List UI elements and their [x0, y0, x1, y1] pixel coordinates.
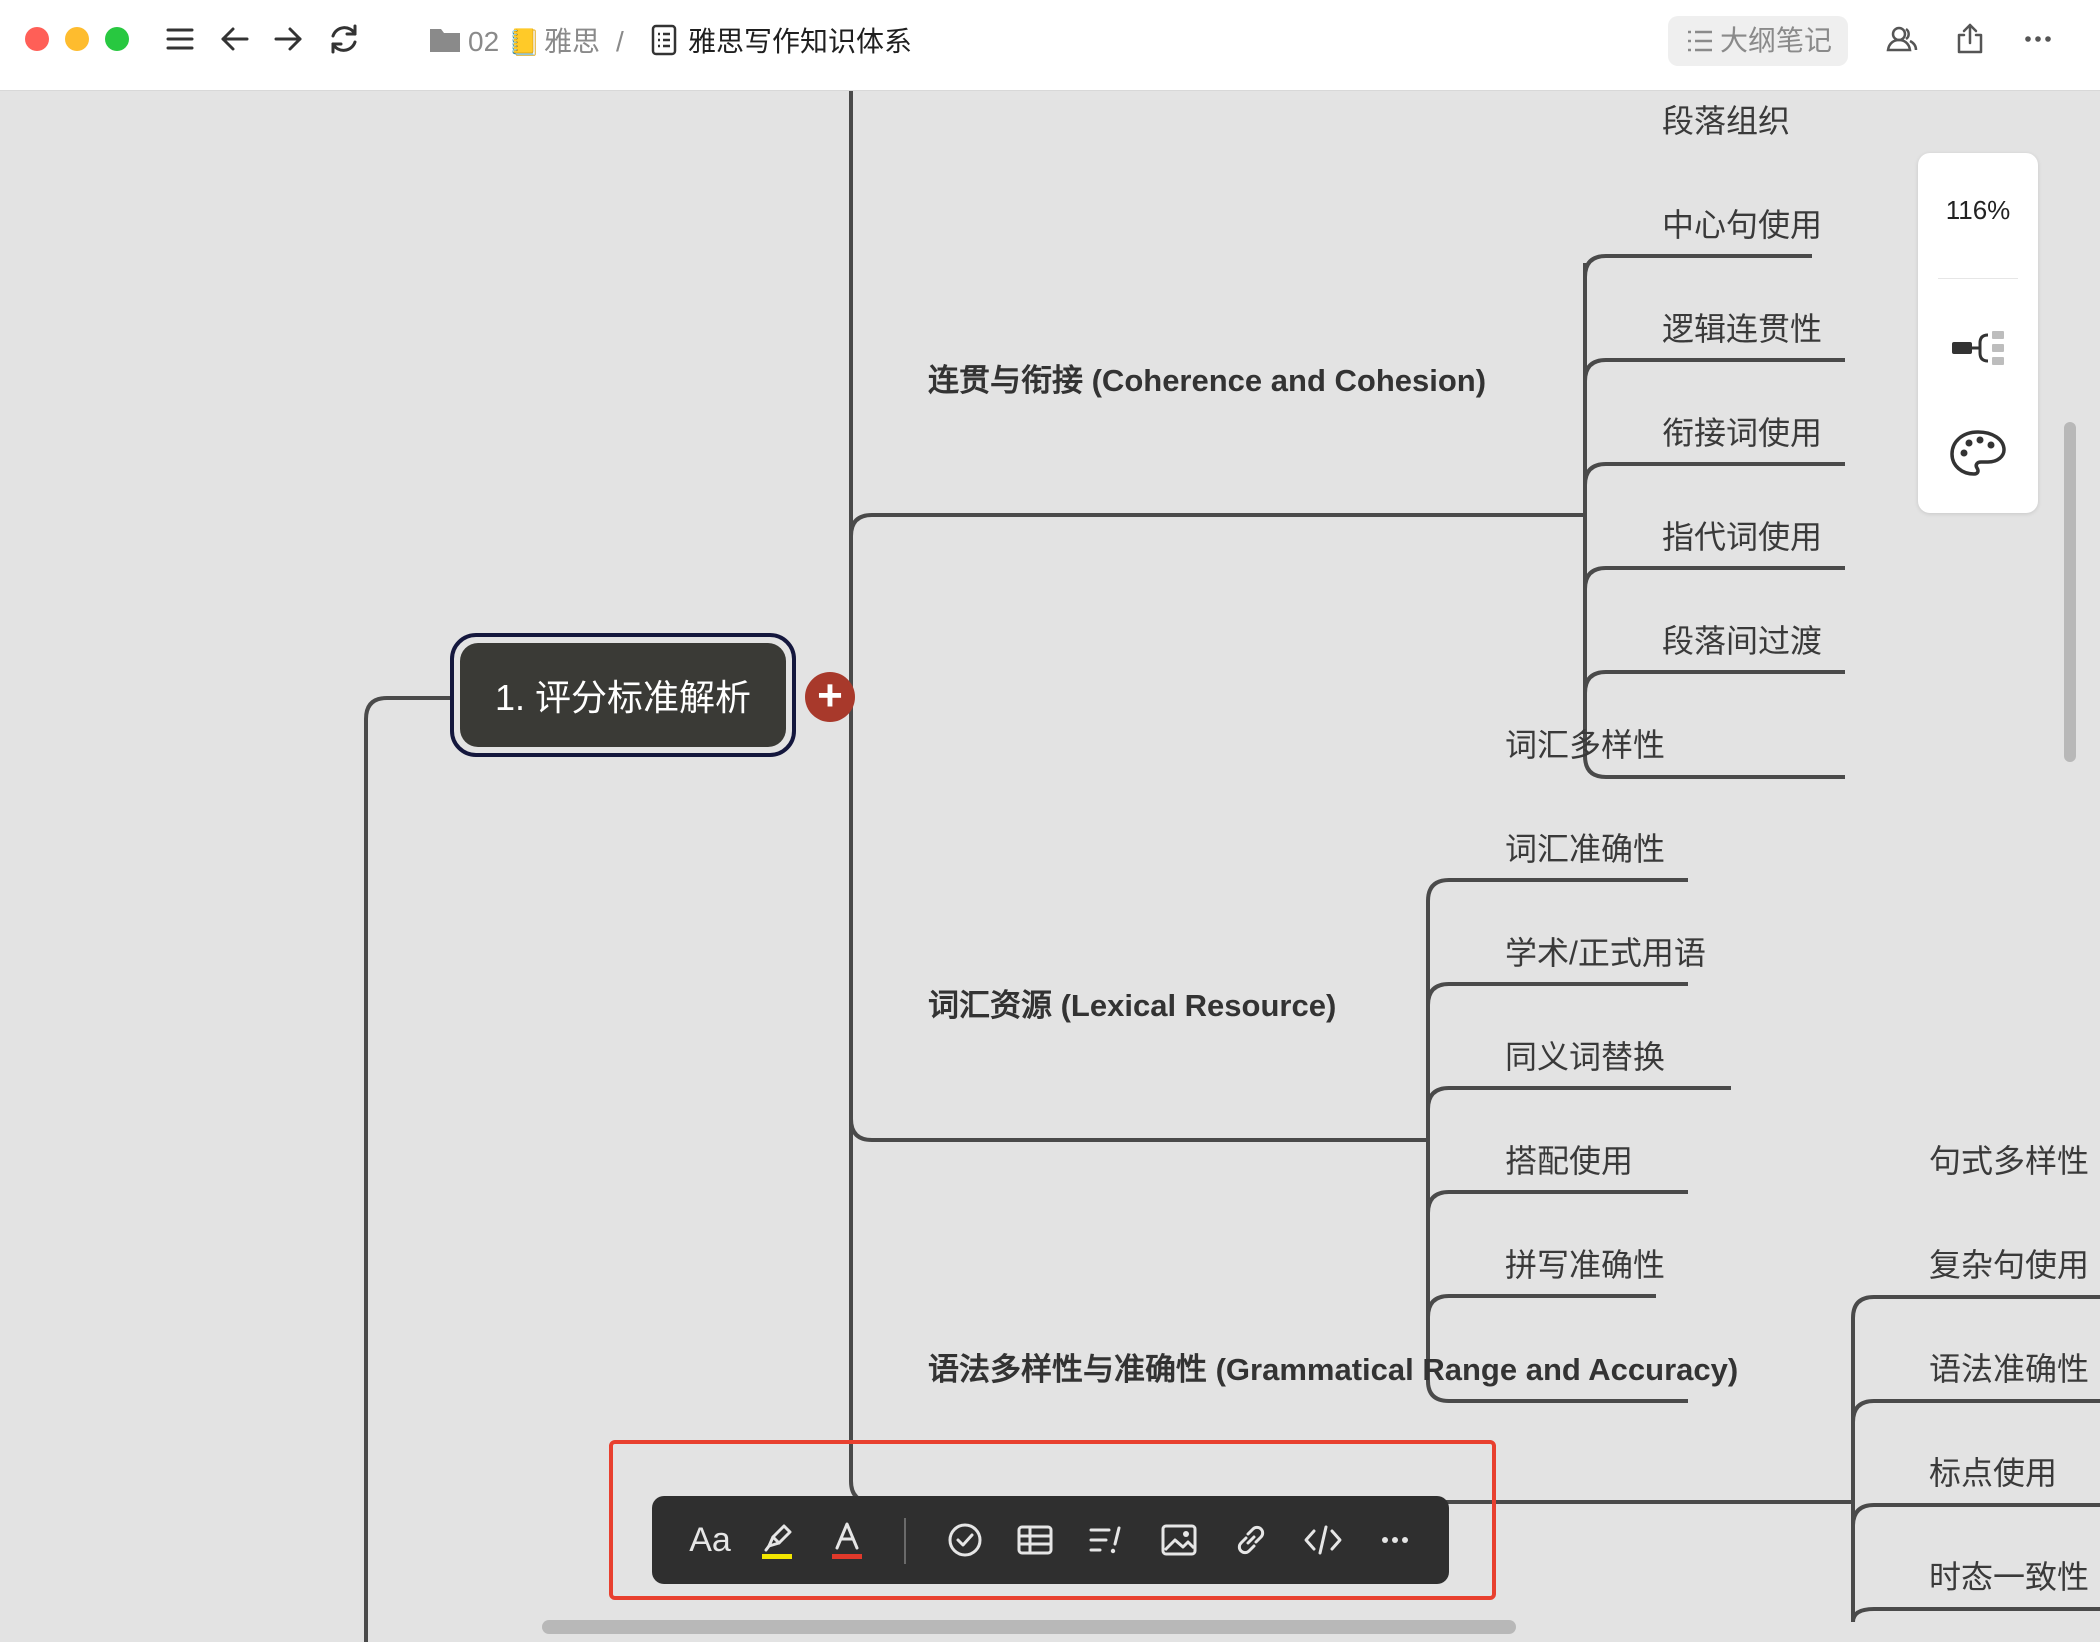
- refresh-icon[interactable]: [324, 19, 364, 59]
- leaf-node[interactable]: 衔接词使用: [1662, 413, 1822, 453]
- highlighter-icon[interactable]: [752, 1515, 802, 1565]
- breadcrumb-separator: /: [616, 26, 624, 57]
- more-options-icon[interactable]: [2018, 19, 2058, 59]
- zoom-window-button[interactable]: [105, 27, 129, 51]
- leaf-node[interactable]: 中心句使用: [1662, 205, 1822, 245]
- text-style-button[interactable]: Aa: [680, 1515, 740, 1565]
- leaf-node[interactable]: 逻辑连贯性: [1662, 309, 1822, 349]
- sidebar-menu-icon[interactable]: [160, 19, 200, 59]
- leaf-node[interactable]: 指代词使用: [1662, 517, 1822, 557]
- callout-list-icon[interactable]: [1082, 1515, 1132, 1565]
- back-arrow-icon[interactable]: [215, 19, 255, 59]
- folder-icon: [428, 24, 462, 54]
- format-toolbar: Aa: [652, 1496, 1449, 1584]
- leaf-node[interactable]: 词汇准确性: [1505, 829, 1665, 869]
- view-controls-panel: 116%: [1918, 153, 2038, 513]
- panel-divider: [1938, 278, 2018, 279]
- structure-layout-icon[interactable]: [1948, 323, 2008, 373]
- vertical-scrollbar[interactable]: [2064, 422, 2076, 762]
- leaf-node[interactable]: 时态一致性: [1929, 1557, 2089, 1597]
- leaf-node[interactable]: 句式多样性: [1929, 1141, 2089, 1181]
- branch-grammatical-range[interactable]: 语法多样性与准确性 (Grammatical Range and Accurac…: [928, 1350, 1738, 1390]
- table-icon[interactable]: [1010, 1515, 1060, 1565]
- forward-arrow-icon[interactable]: [268, 19, 308, 59]
- font-color-icon[interactable]: [822, 1515, 872, 1565]
- root-node-label: 1. 评分标准解析: [460, 643, 786, 747]
- leaf-node[interactable]: 段落间过渡: [1662, 621, 1822, 661]
- leaf-node[interactable]: 复杂句使用: [1929, 1245, 2089, 1285]
- outline-notes-label: 大纲笔记: [1720, 25, 1833, 56]
- leaf-node[interactable]: 搭配使用: [1505, 1141, 1633, 1181]
- notebook-emoji-icon: 📒: [508, 27, 541, 57]
- mindmap-root-node[interactable]: 1. 评分标准解析: [450, 633, 796, 757]
- toolbar-separator: [904, 1518, 906, 1564]
- horizontal-scrollbar[interactable]: [542, 1620, 1516, 1634]
- branch-lexical-resource[interactable]: 词汇资源 (Lexical Resource): [928, 986, 1336, 1026]
- add-child-node-button[interactable]: +: [805, 672, 855, 722]
- title-bar: 02 📒 雅思 / 雅思写作知识体系 大纲笔记: [0, 0, 2100, 91]
- breadcrumb-folder[interactable]: 02: [468, 22, 499, 62]
- theme-palette-icon[interactable]: [1948, 428, 2008, 478]
- code-icon[interactable]: [1298, 1515, 1348, 1565]
- share-icon[interactable]: [1950, 19, 1990, 59]
- document-title: 雅思写作知识体系: [688, 26, 913, 57]
- close-window-button[interactable]: [25, 27, 49, 51]
- link-icon[interactable]: [1226, 1515, 1276, 1565]
- checkbox-icon[interactable]: [940, 1515, 990, 1565]
- leaf-node[interactable]: 同义词替换: [1505, 1037, 1665, 1077]
- document-icon: [650, 24, 678, 56]
- breadcrumb-notebook[interactable]: 雅思: [544, 22, 600, 62]
- leaf-node[interactable]: 标点使用: [1929, 1453, 2057, 1493]
- more-tools-icon[interactable]: [1370, 1515, 1420, 1565]
- leaf-node[interactable]: 词汇多样性: [1505, 725, 1665, 765]
- minimize-window-button[interactable]: [65, 27, 89, 51]
- leaf-node[interactable]: 段落组织: [1662, 101, 1790, 141]
- mindmap-canvas[interactable]: 1. 评分标准解析 + 连贯与衔接 (Coherence and Cohesio…: [0, 91, 2100, 1642]
- outline-notes-button[interactable]: 大纲笔记: [1668, 16, 1848, 66]
- outline-list-icon: [1688, 30, 1712, 52]
- branch-coherence-cohesion[interactable]: 连贯与衔接 (Coherence and Cohesion): [928, 361, 1486, 401]
- leaf-node[interactable]: 拼写准确性: [1505, 1245, 1665, 1285]
- zoom-level[interactable]: 116%: [1918, 195, 2038, 226]
- image-icon[interactable]: [1154, 1515, 1204, 1565]
- leaf-node[interactable]: 语法准确性: [1929, 1349, 2089, 1389]
- collaborators-icon[interactable]: [1882, 19, 1922, 59]
- leaf-node[interactable]: 学术/正式用语: [1505, 933, 1706, 973]
